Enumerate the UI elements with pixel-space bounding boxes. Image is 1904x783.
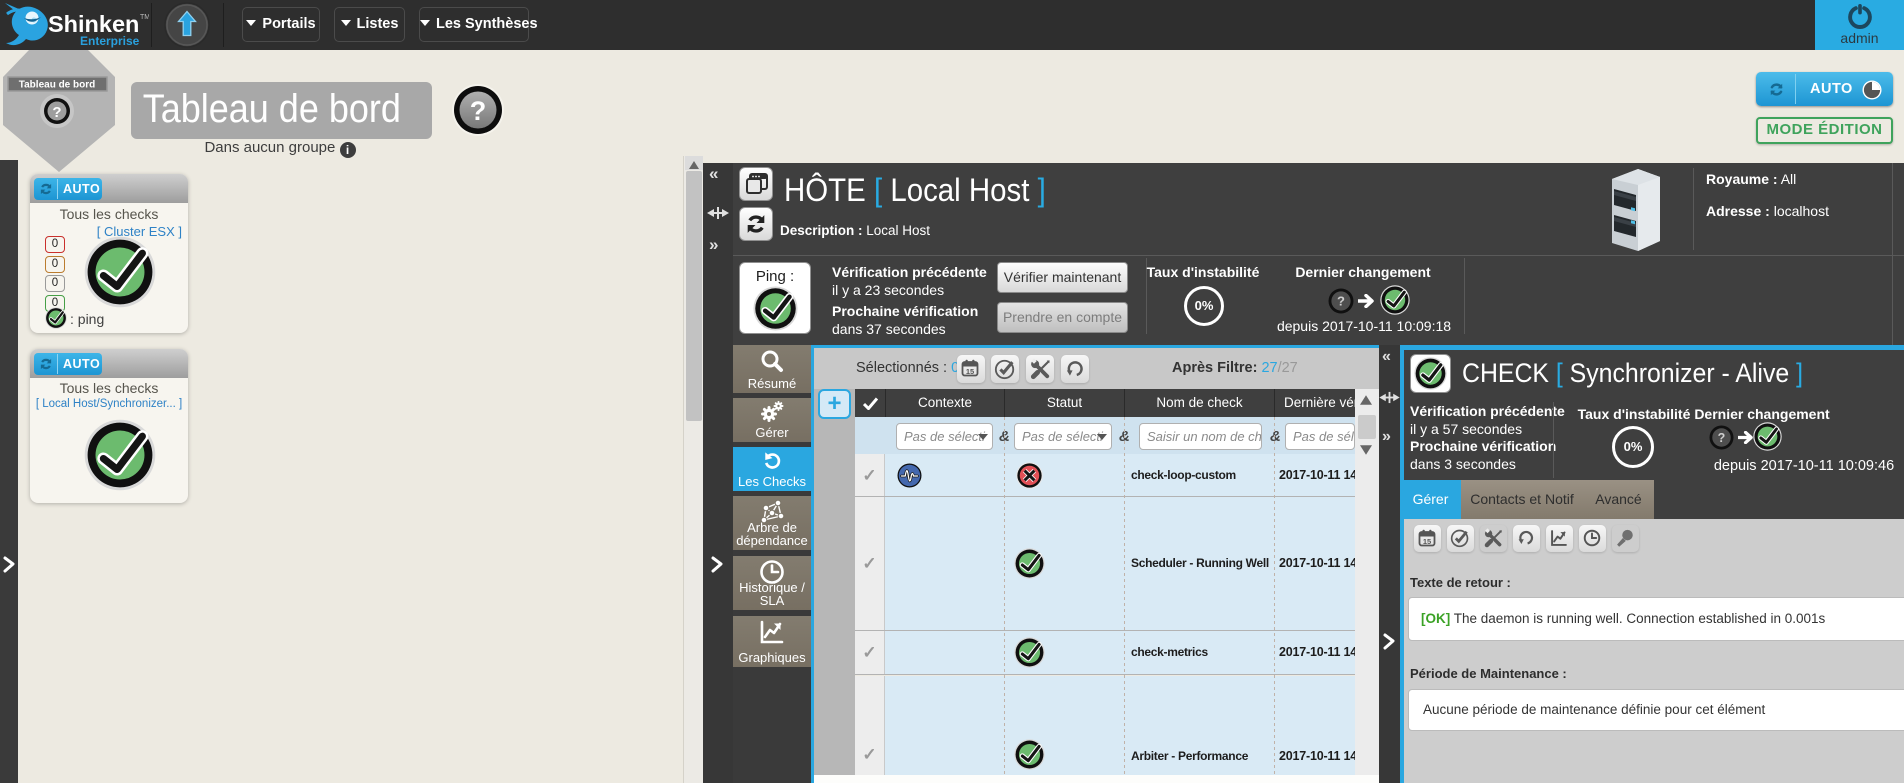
svg-text:Enterprise: Enterprise <box>80 34 140 48</box>
svg-text:15: 15 <box>966 367 974 376</box>
svg-text:?: ? <box>52 104 61 121</box>
svg-text:Tableau de bord: Tableau de bord <box>19 80 96 91</box>
svg-text:TM: TM <box>140 14 149 21</box>
svg-text:15: 15 <box>1422 537 1430 546</box>
svg-text:?: ? <box>470 96 487 126</box>
